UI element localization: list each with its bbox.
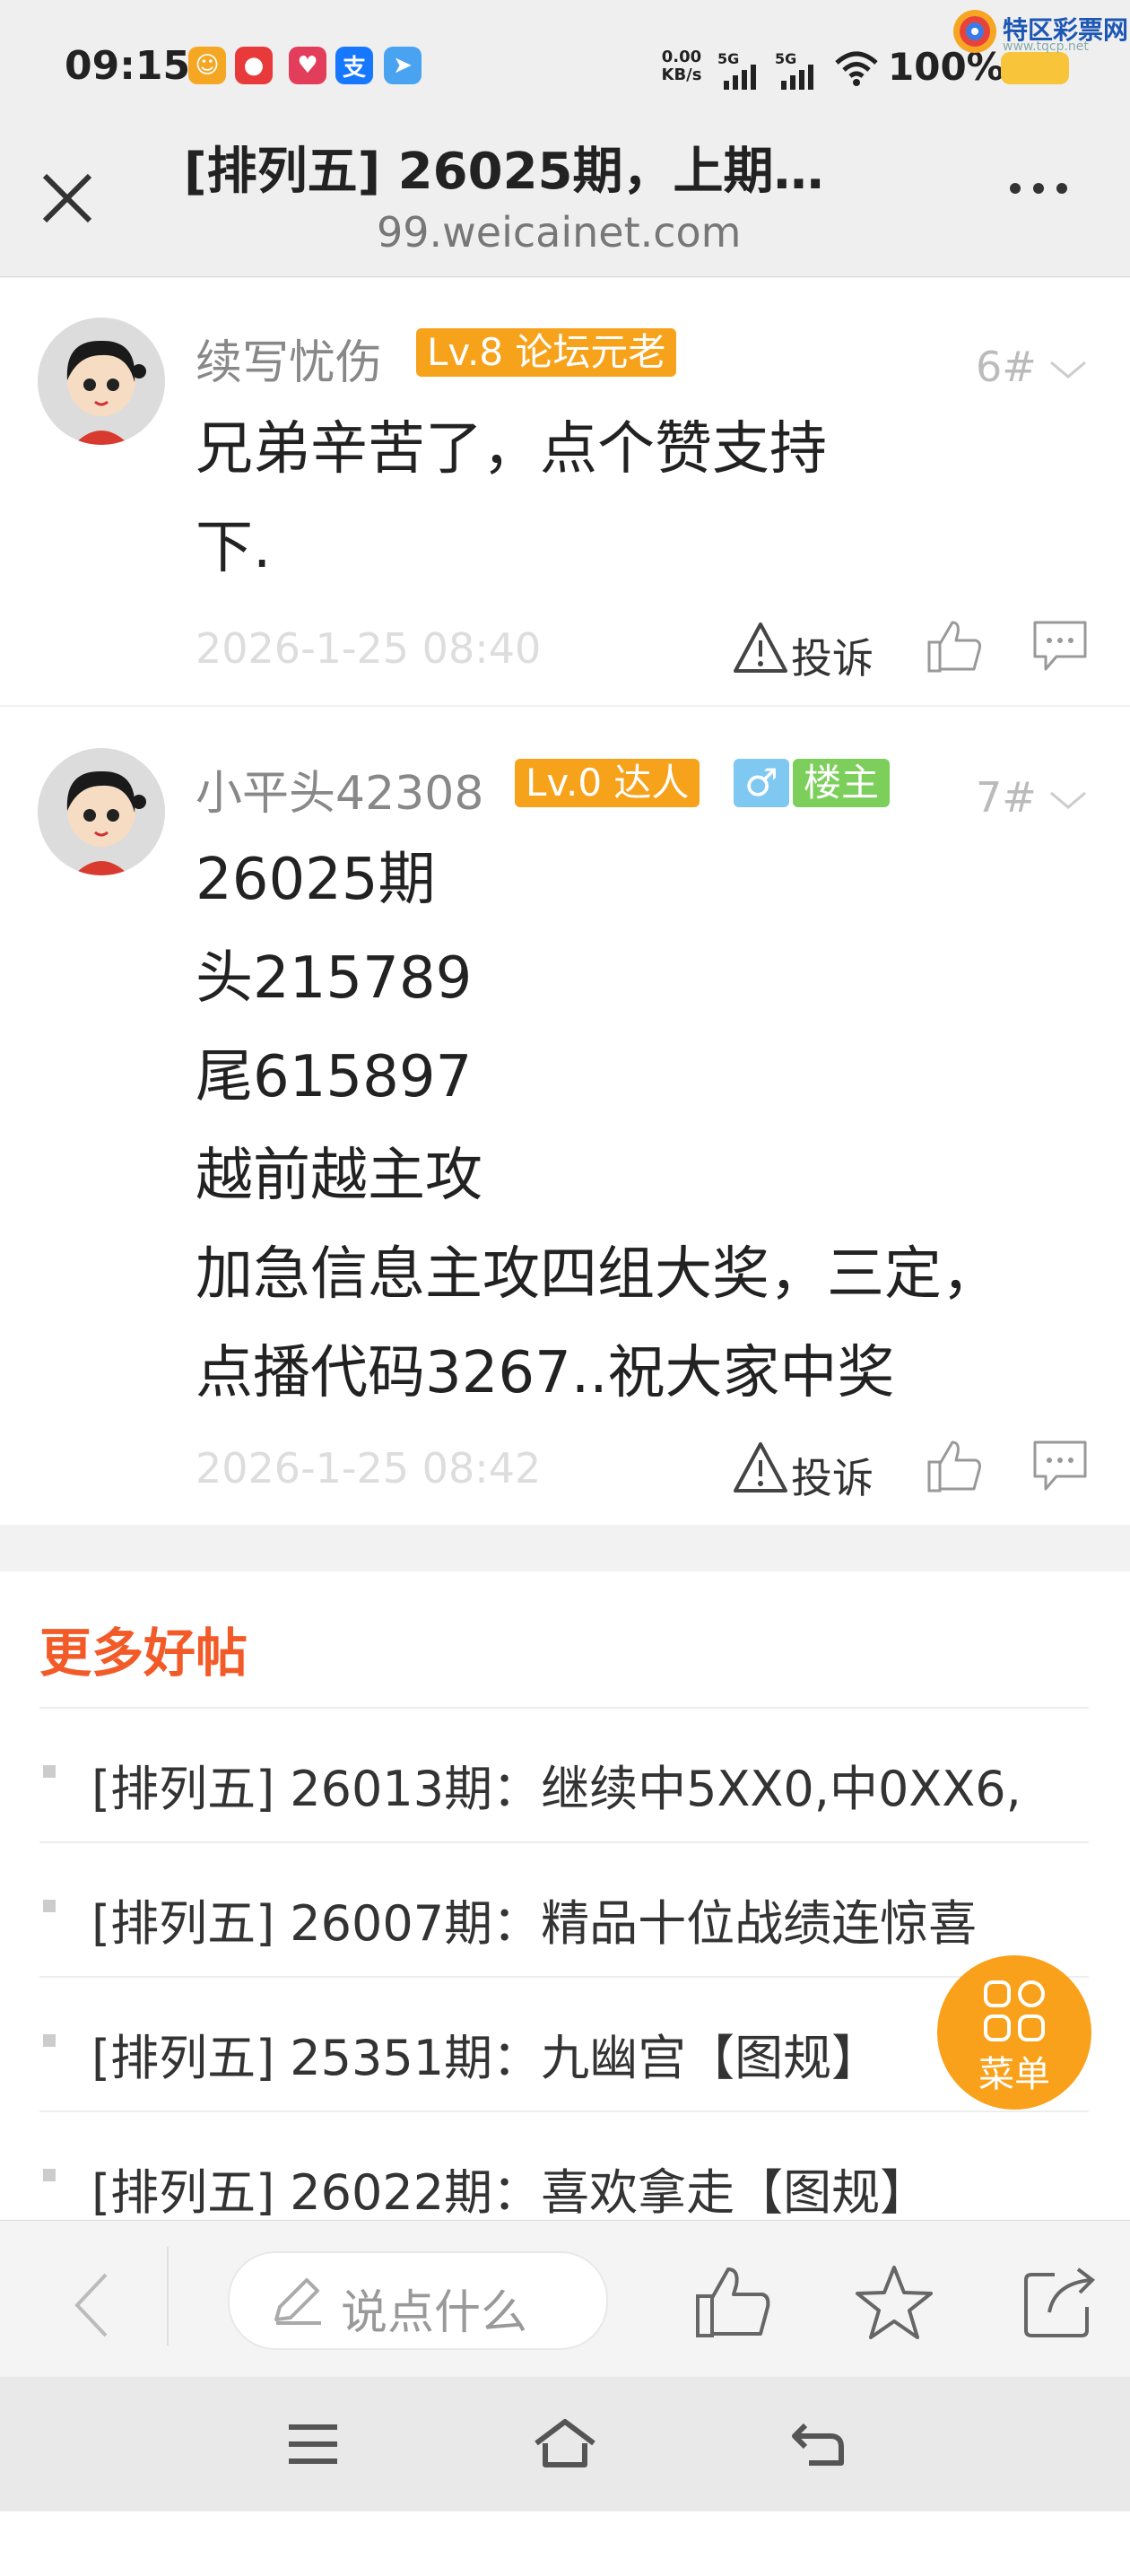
divider bbox=[167, 2247, 169, 2345]
brand-url: www.tqcp.net bbox=[1003, 39, 1089, 54]
report-button[interactable]: 投诉 bbox=[791, 626, 874, 685]
grid-menu-icon bbox=[984, 1980, 1045, 2041]
thumbs-up-icon[interactable] bbox=[692, 2264, 773, 2341]
home-icon[interactable] bbox=[533, 2416, 597, 2470]
post-line: 26025期 bbox=[196, 847, 436, 913]
post-content: 26025期 头215789 尾615897 越前越主攻 加急信息主攻四组大奖，… bbox=[196, 831, 999, 1423]
page-title: [排列五] 26025期，上期… bbox=[184, 143, 824, 201]
level-badge: Lv.8 论坛元老 bbox=[416, 328, 677, 377]
post-line: 下. bbox=[196, 515, 272, 581]
net-speed: 0.00 KB/s bbox=[655, 48, 708, 84]
heart-app-icon: ♥ bbox=[289, 47, 326, 84]
more-options-icon[interactable] bbox=[1003, 170, 1074, 206]
more-post-link[interactable]: [排列五] 26007期：精品十位战绩连惊喜 bbox=[91, 1884, 977, 1954]
post-line: 尾615897 bbox=[196, 1044, 473, 1110]
floor-number: 7# bbox=[976, 773, 1037, 822]
mascot-app-icon: ● bbox=[235, 47, 273, 84]
page-url: 99.weicainet.com bbox=[377, 208, 742, 257]
more-posts-title: 更多好帖 bbox=[39, 1623, 248, 1684]
more-post-link[interactable]: [排列五] 25351期：九幽宫【图规】 bbox=[91, 2018, 880, 2089]
avatar-image bbox=[38, 318, 165, 445]
bullet-icon bbox=[43, 2034, 56, 2047]
chevron-down-icon[interactable] bbox=[1047, 788, 1089, 813]
avatar[interactable] bbox=[38, 318, 165, 445]
post-line: 加急信息主攻四组大奖，三定， bbox=[196, 1241, 999, 1308]
share-icon[interactable] bbox=[1019, 2262, 1100, 2343]
close-icon[interactable] bbox=[36, 158, 99, 230]
net-speed-value: 0.00 bbox=[661, 48, 702, 66]
post-time: 2026-1-25 08:42 bbox=[196, 1444, 542, 1493]
avatar[interactable] bbox=[38, 748, 165, 875]
comment-icon[interactable] bbox=[1030, 1437, 1091, 1494]
back-icon[interactable] bbox=[787, 2418, 847, 2472]
status-time: 09:15 bbox=[65, 43, 191, 89]
wifi-icon bbox=[835, 51, 878, 86]
battery-icon bbox=[1001, 52, 1069, 84]
signal-icon-1 bbox=[724, 65, 756, 90]
more-post-link[interactable]: [排列五] 26022期：喜欢拿走【图规】 bbox=[91, 2153, 928, 2224]
host-badge: 楼主 bbox=[793, 759, 891, 807]
chevron-down-icon[interactable] bbox=[1047, 357, 1089, 382]
warning-icon[interactable] bbox=[732, 621, 789, 674]
level-badge: Lv.0 达人 bbox=[515, 759, 700, 807]
bird-app-icon: ➤ bbox=[384, 47, 422, 84]
username[interactable]: 续写忧伤 bbox=[196, 325, 382, 392]
post-line: 点播代码3267..祝大家中奖 bbox=[196, 1340, 895, 1406]
floor-number: 6# bbox=[976, 343, 1037, 391]
post-time: 2026-1-25 08:40 bbox=[196, 624, 542, 673]
net-speed-unit: KB/s bbox=[661, 65, 702, 84]
thumbs-up-icon[interactable] bbox=[926, 617, 983, 674]
menu-label: 菜单 bbox=[978, 2054, 1050, 2095]
brand-logo-icon bbox=[953, 10, 996, 53]
menu-icon[interactable] bbox=[285, 2422, 341, 2467]
back-arrow-icon[interactable] bbox=[70, 2269, 115, 2341]
comment-icon[interactable] bbox=[1030, 617, 1091, 674]
post-line: 兄弟辛苦了，点个赞支持 bbox=[196, 416, 827, 483]
warning-icon[interactable] bbox=[732, 1440, 789, 1494]
comment-placeholder: 说点什么 bbox=[341, 2286, 528, 2340]
username[interactable]: 小平头42308 bbox=[196, 755, 483, 822]
bullet-icon bbox=[43, 2169, 56, 2181]
post-line: 越前越主攻 bbox=[196, 1143, 482, 1209]
bullet-icon bbox=[43, 1900, 56, 1912]
star-icon[interactable] bbox=[854, 2262, 934, 2343]
alipay-app-icon: 支 bbox=[335, 47, 373, 84]
post-line: 头215789 bbox=[196, 945, 473, 1012]
gender-badge: ♂ bbox=[734, 759, 789, 807]
avatar-image bbox=[38, 748, 165, 875]
post-content: 兄弟辛苦了，点个赞支持 下. bbox=[196, 400, 827, 597]
accessibility-app-icon: ☺ bbox=[188, 47, 226, 84]
pencil-icon bbox=[274, 2278, 321, 2325]
bullet-icon bbox=[43, 1765, 56, 1778]
signal-icon-2 bbox=[781, 65, 813, 90]
report-button[interactable]: 投诉 bbox=[791, 1446, 874, 1505]
more-post-link[interactable]: [排列五] 26013期：继续中5XX0,中0XX6, bbox=[91, 1749, 1021, 1820]
thumbs-up-icon[interactable] bbox=[926, 1437, 983, 1494]
